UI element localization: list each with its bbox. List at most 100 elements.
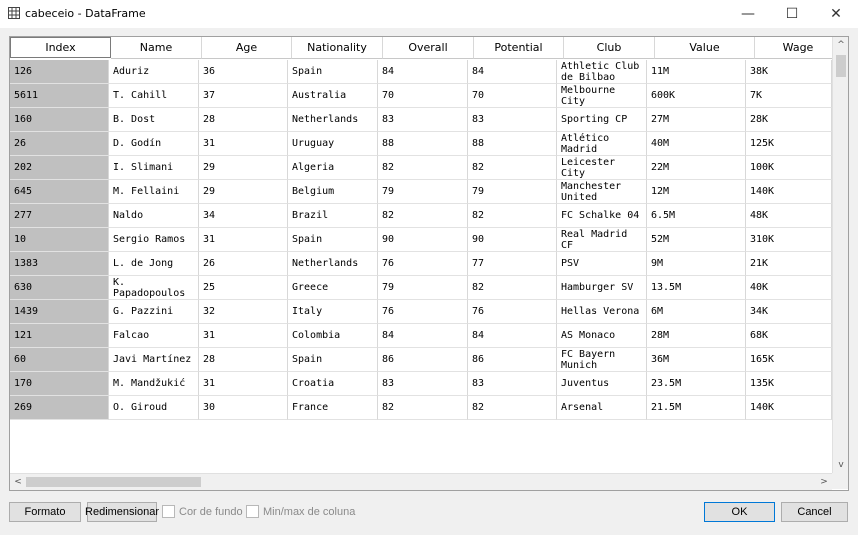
table-row[interactable]: 126 Aduriz 36 Spain 84 84 Athletic Club de Bil… bbox=[10, 60, 832, 84]
table-cell[interactable]: 48K bbox=[746, 204, 832, 228]
table-row[interactable]: 5611 T. Cahill 37 Australia 70 70 Melbourne Ci… bbox=[10, 84, 832, 108]
row-index-cell[interactable]: 26 bbox=[10, 132, 109, 156]
table-cell[interactable]: G. Pazzini bbox=[109, 300, 199, 324]
table-cell[interactable]: 90 bbox=[468, 228, 557, 252]
table-cell[interactable]: 28 bbox=[199, 348, 288, 372]
table-cell[interactable]: Uruguay bbox=[288, 132, 378, 156]
table-cell[interactable]: Spain bbox=[288, 60, 378, 84]
table-cell[interactable]: 82 bbox=[468, 276, 557, 300]
table-row[interactable]: 1439 G. Pazzini 32 Italy 76 76 Hellas Verona 6M… bbox=[10, 300, 832, 324]
table-cell[interactable]: Netherlands bbox=[288, 252, 378, 276]
table-cell[interactable]: 79 bbox=[468, 180, 557, 204]
table-cell[interactable]: 82 bbox=[378, 156, 468, 180]
row-index-cell[interactable]: 121 bbox=[10, 324, 109, 348]
table-cell[interactable]: 6.5M bbox=[647, 204, 746, 228]
table-cell[interactable]: 165K bbox=[746, 348, 832, 372]
column-header[interactable]: Value bbox=[655, 37, 755, 59]
table-cell[interactable]: Belgium bbox=[288, 180, 378, 204]
table-cell[interactable]: Javi Martínez bbox=[109, 348, 199, 372]
table-cell[interactable]: Athletic Club de Bilbao bbox=[557, 60, 647, 84]
table-cell[interactable]: 83 bbox=[468, 108, 557, 132]
column-header[interactable]: Index bbox=[10, 37, 111, 58]
table-cell[interactable]: Manchester United bbox=[557, 180, 647, 204]
table-row[interactable]: 160 B. Dost 28 Netherlands 83 83 Sporting CP 27… bbox=[10, 108, 832, 132]
table-cell[interactable]: Greece bbox=[288, 276, 378, 300]
vertical-scrollbar[interactable]: ^ v bbox=[832, 37, 848, 473]
table-cell[interactable]: 31 bbox=[199, 228, 288, 252]
table-cell[interactable]: Netherlands bbox=[288, 108, 378, 132]
table-row[interactable]: 10 Sergio Ramos 31 Spain 90 90 Real Madrid CF 5… bbox=[10, 228, 832, 252]
column-header[interactable]: Potential bbox=[474, 37, 564, 59]
table-cell[interactable]: Australia bbox=[288, 84, 378, 108]
table-cell[interactable]: 70 bbox=[378, 84, 468, 108]
table-row[interactable]: 645 M. Fellaini 29 Belgium 79 79 Manchester Un… bbox=[10, 180, 832, 204]
row-index-cell[interactable]: 160 bbox=[10, 108, 109, 132]
table-cell[interactable]: 76 bbox=[378, 252, 468, 276]
table-cell[interactable]: Sporting CP bbox=[557, 108, 647, 132]
table-cell[interactable]: 34K bbox=[746, 300, 832, 324]
table-cell[interactable]: 28 bbox=[199, 108, 288, 132]
table-cell[interactable]: 90 bbox=[378, 228, 468, 252]
table-cell[interactable]: 76 bbox=[468, 300, 557, 324]
table-cell[interactable]: 25 bbox=[199, 276, 288, 300]
table-cell[interactable]: Arsenal bbox=[557, 396, 647, 420]
checkbox-box[interactable] bbox=[162, 505, 175, 518]
table-cell[interactable]: Atlético Madrid bbox=[557, 132, 647, 156]
table-row[interactable]: 277 Naldo 34 Brazil 82 82 FC Schalke 04 6.5M 48K bbox=[10, 204, 832, 228]
table-cell[interactable]: 7K bbox=[746, 84, 832, 108]
scroll-up-icon[interactable]: ^ bbox=[833, 37, 848, 53]
horizontal-scroll-thumb[interactable] bbox=[26, 477, 201, 487]
table-cell[interactable]: 29 bbox=[199, 180, 288, 204]
column-header[interactable]: Overall bbox=[383, 37, 474, 59]
table-cell[interactable]: 9M bbox=[647, 252, 746, 276]
table-cell[interactable]: 52M bbox=[647, 228, 746, 252]
table-cell[interactable]: 6M bbox=[647, 300, 746, 324]
table-cell[interactable]: 26 bbox=[199, 252, 288, 276]
table-cell[interactable]: Aduriz bbox=[109, 60, 199, 84]
table-cell[interactable]: Hellas Verona bbox=[557, 300, 647, 324]
table-cell[interactable]: 40K bbox=[746, 276, 832, 300]
format-button[interactable]: Formato bbox=[9, 502, 81, 522]
table-cell[interactable]: Melbourne City bbox=[557, 84, 647, 108]
table-row[interactable]: 121 Falcao 31 Colombia 84 84 AS Monaco 28M 68K bbox=[10, 324, 832, 348]
table-cell[interactable]: 40M bbox=[647, 132, 746, 156]
table-cell[interactable]: Italy bbox=[288, 300, 378, 324]
table-cell[interactable]: 83 bbox=[468, 372, 557, 396]
dataframe-table[interactable]: Index Name Age Nationality Overall Potential C… bbox=[9, 36, 849, 491]
table-cell[interactable]: Leicester City bbox=[557, 156, 647, 180]
table-cell[interactable]: 140K bbox=[746, 396, 832, 420]
row-index-cell[interactable]: 277 bbox=[10, 204, 109, 228]
table-cell[interactable]: 135K bbox=[746, 372, 832, 396]
table-cell[interactable]: 125K bbox=[746, 132, 832, 156]
resize-button[interactable]: Redimensionar bbox=[85, 502, 159, 522]
table-cell[interactable]: 29 bbox=[199, 156, 288, 180]
vertical-scroll-thumb[interactable] bbox=[836, 55, 846, 77]
table-cell[interactable]: 32 bbox=[199, 300, 288, 324]
table-cell[interactable]: 82 bbox=[378, 204, 468, 228]
table-row[interactable]: 60 Javi Martínez 28 Spain 86 86 FC Bayern Muni… bbox=[10, 348, 832, 372]
table-cell[interactable]: 27M bbox=[647, 108, 746, 132]
table-cell[interactable]: 310K bbox=[746, 228, 832, 252]
table-cell[interactable]: M. Mandžukić bbox=[109, 372, 199, 396]
table-cell[interactable]: 82 bbox=[378, 396, 468, 420]
table-cell[interactable]: T. Cahill bbox=[109, 84, 199, 108]
table-cell[interactable]: D. Godín bbox=[109, 132, 199, 156]
table-cell[interactable]: 88 bbox=[378, 132, 468, 156]
table-cell[interactable]: 68K bbox=[746, 324, 832, 348]
table-cell[interactable]: 77 bbox=[468, 252, 557, 276]
table-cell[interactable]: 31 bbox=[199, 324, 288, 348]
table-row[interactable]: 202 I. Slimani 29 Algeria 82 82 Leicester City… bbox=[10, 156, 832, 180]
table-cell[interactable]: 600K bbox=[647, 84, 746, 108]
table-cell[interactable]: AS Monaco bbox=[557, 324, 647, 348]
column-header[interactable]: Wage bbox=[755, 37, 832, 59]
table-cell[interactable]: 84 bbox=[378, 324, 468, 348]
column-header[interactable]: Club bbox=[564, 37, 655, 59]
table-cell[interactable]: Spain bbox=[288, 228, 378, 252]
row-index-cell[interactable]: 269 bbox=[10, 396, 109, 420]
table-cell[interactable]: 83 bbox=[378, 372, 468, 396]
table-row[interactable]: 1383 L. de Jong 26 Netherlands 76 77 PSV 9M 21K bbox=[10, 252, 832, 276]
table-cell[interactable]: Real Madrid CF bbox=[557, 228, 647, 252]
table-cell[interactable]: 84 bbox=[378, 60, 468, 84]
table-cell[interactable]: 36M bbox=[647, 348, 746, 372]
table-cell[interactable]: Spain bbox=[288, 348, 378, 372]
